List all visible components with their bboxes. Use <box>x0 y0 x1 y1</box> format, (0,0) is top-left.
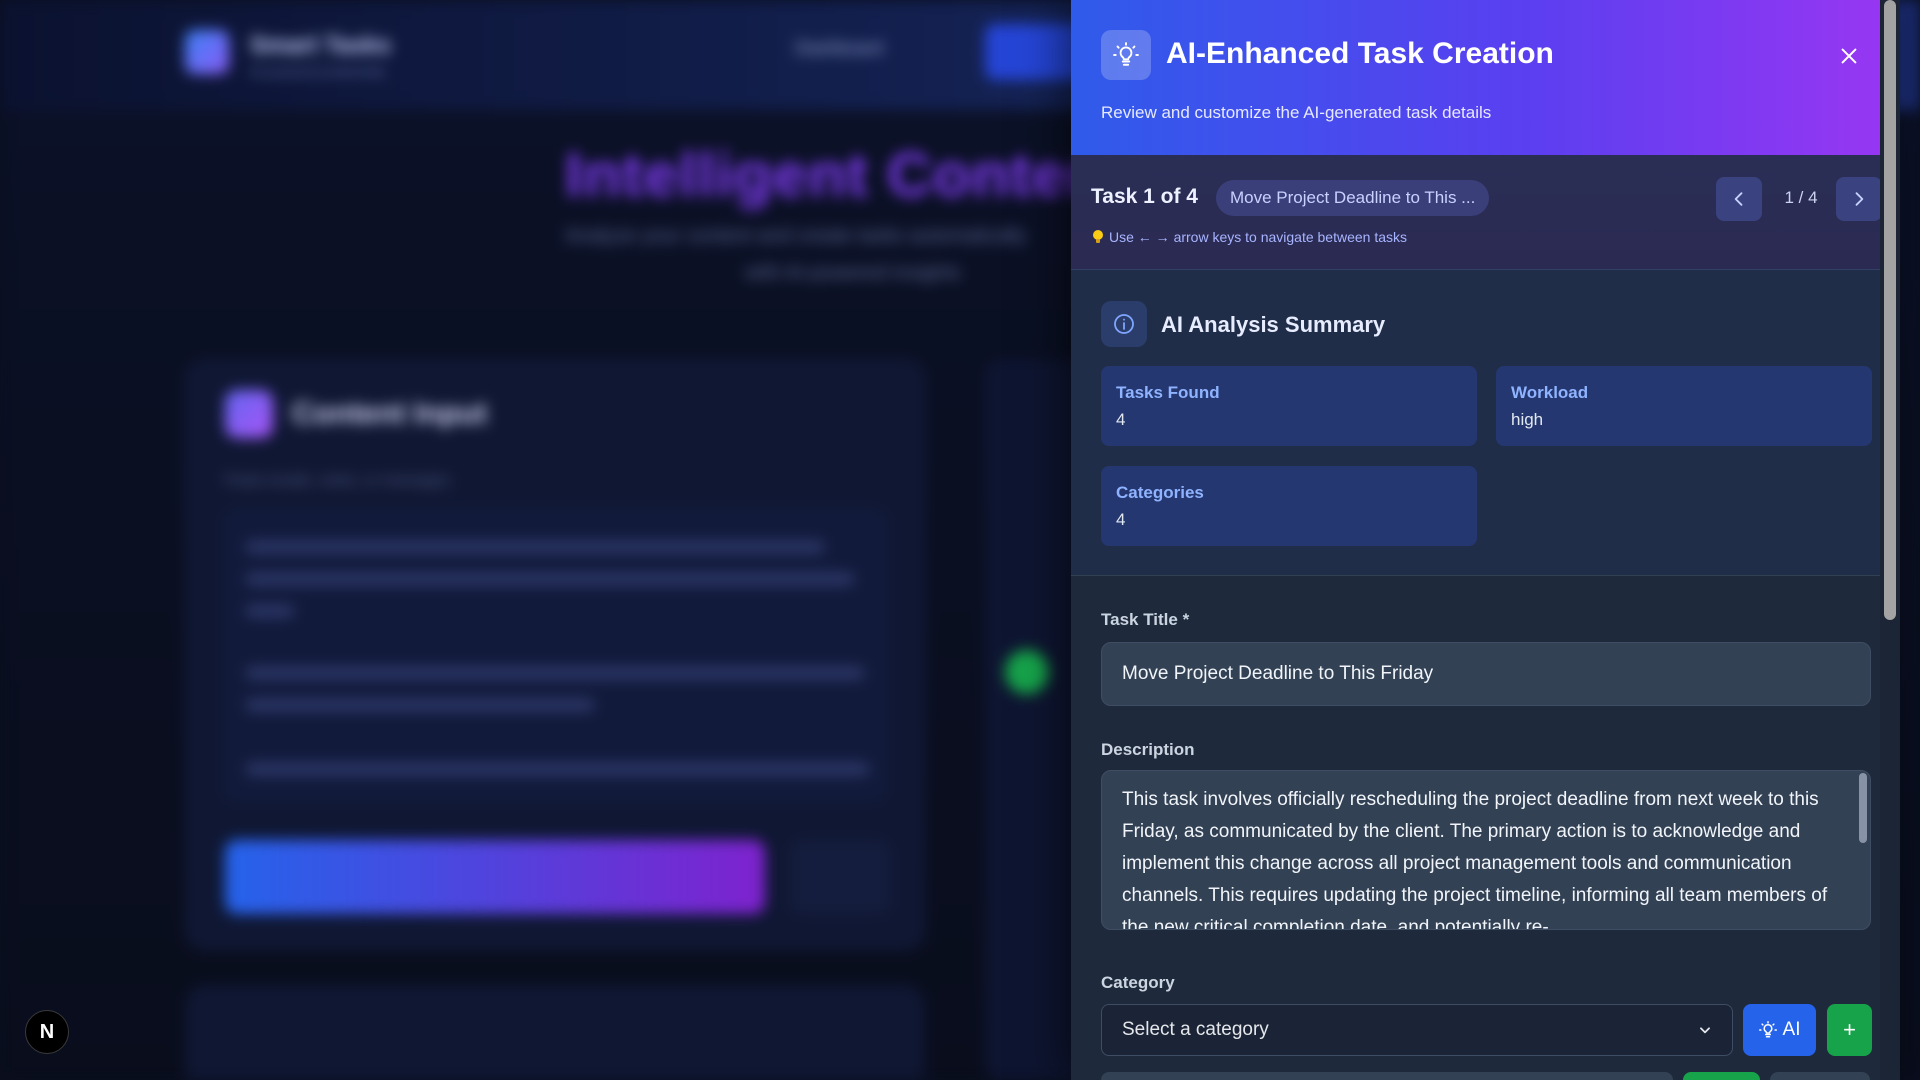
drawer-scrollbar[interactable] <box>1880 0 1900 1080</box>
bg-hero-title: Intelligent Content <box>565 141 1129 210</box>
page-indicator: 1 / 4 <box>1784 188 1818 207</box>
bg-card-subtitle: Paste emails, notes, or messages <box>225 472 451 489</box>
bg-text-line <box>245 698 595 712</box>
close-icon <box>1841 48 1857 64</box>
category-select[interactable]: Select a category <box>1101 1004 1733 1056</box>
next-task-button[interactable] <box>1836 177 1882 221</box>
chevron-right-icon <box>1855 192 1864 206</box>
info-icon <box>1101 301 1147 347</box>
description-label: Description <box>1101 740 1195 759</box>
bg-text-line <box>245 666 865 680</box>
stat-label: Workload <box>1511 383 1589 402</box>
task-title-input[interactable]: Move Project Deadline to This Friday <box>1101 642 1871 706</box>
bg-nav-link: Dashboard <box>795 38 884 58</box>
bg-card-title: Content Input <box>292 397 487 430</box>
next-dev-badge[interactable]: N <box>25 1010 69 1054</box>
chevron-down-icon <box>1700 1027 1710 1034</box>
drawer-scrollbar-thumb[interactable] <box>1884 0 1896 620</box>
task-title-label: Task Title * <box>1101 610 1190 629</box>
stat-categories: Categories 4 <box>1101 466 1477 546</box>
bg-card-2 <box>185 985 925 1080</box>
next-field-button[interactable] <box>1770 1072 1870 1080</box>
stat-label: Categories <box>1116 483 1204 502</box>
bg-text-line <box>245 762 870 776</box>
drawer-subtitle: Review and customize the AI-generated ta… <box>1101 103 1492 122</box>
task-creation-drawer: AI-Enhanced Task Creation Review and cus… <box>1071 0 1900 1080</box>
bg-logo <box>185 30 229 74</box>
next-field-input[interactable] <box>1101 1072 1673 1080</box>
ai-analysis-summary: AI Analysis Summary Tasks Found 4 Worklo… <box>1071 270 1880 576</box>
ai-button-label: AI <box>1782 1019 1801 1040</box>
drawer-header: AI-Enhanced Task Creation Review and cus… <box>1071 0 1900 155</box>
description-scrollbar[interactable] <box>1859 773 1867 843</box>
keyboard-hint: Use ← → arrow keys to navigate between t… <box>1091 229 1407 245</box>
drawer-title: AI-Enhanced Task Creation <box>1166 37 1554 70</box>
stat-workload: Workload high <box>1496 366 1872 446</box>
add-category-button[interactable]: + <box>1827 1004 1872 1056</box>
next-field-green-button[interactable] <box>1683 1072 1760 1080</box>
bg-text-line <box>245 572 855 586</box>
bg-status-dot <box>1005 650 1049 694</box>
close-button[interactable] <box>1831 38 1867 74</box>
stat-value: 4 <box>1116 510 1126 529</box>
lightbulb-icon <box>1758 1021 1777 1038</box>
stat-value: 4 <box>1116 410 1126 429</box>
description-textarea[interactable]: This task involves officially rescheduli… <box>1101 770 1871 930</box>
bg-brand: Smart Tasks <box>250 32 391 59</box>
category-select-value: Select a category <box>1122 1019 1269 1040</box>
task-navigation: Task 1 of 4 Move Project Deadline to Thi… <box>1071 155 1882 270</box>
ai-suggest-category-button[interactable]: AI <box>1743 1004 1816 1056</box>
lightbulb-icon <box>1101 30 1151 80</box>
bg-text-line <box>245 604 295 618</box>
bg-brand-sub: AI-powered productivity <box>250 64 386 79</box>
bg-hero-subtitle-2: with AI-powered insights <box>745 262 961 284</box>
bulb-hint-icon <box>1093 230 1103 243</box>
current-task-pill: Move Project Deadline to This ... <box>1216 180 1490 216</box>
previous-task-button[interactable] <box>1716 177 1762 221</box>
bg-analyze-button <box>225 840 765 914</box>
task-count: Task 1 of 4 <box>1091 185 1198 208</box>
stat-label: Tasks Found <box>1116 383 1220 402</box>
bg-clear-button <box>790 840 890 914</box>
stat-tasks-found: Tasks Found 4 <box>1101 366 1477 446</box>
stat-value: high <box>1511 410 1544 429</box>
keyboard-hint-text: Use ← → arrow keys to navigate between t… <box>1109 229 1408 245</box>
category-label: Category <box>1101 973 1175 992</box>
bg-text-line <box>245 540 825 554</box>
summary-title: AI Analysis Summary <box>1161 312 1386 337</box>
chevron-left-icon <box>1734 192 1743 206</box>
bg-card-icon <box>225 390 273 438</box>
bg-hero-subtitle: Analyze your content and create tasks au… <box>565 225 1027 247</box>
